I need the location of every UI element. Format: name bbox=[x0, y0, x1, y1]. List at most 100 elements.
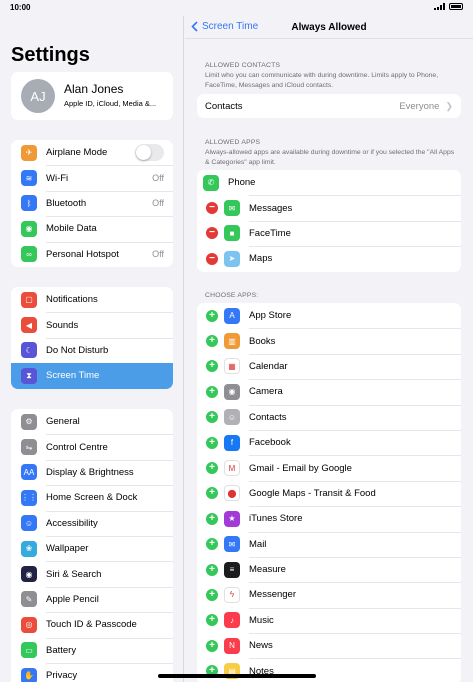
sidebar-item-display-brightness[interactable]: AA Display & Brightness bbox=[11, 459, 173, 485]
back-label: Screen Time bbox=[202, 21, 259, 32]
add-app-button[interactable]: + bbox=[206, 309, 218, 322]
sidebar-item-apple-pencil[interactable]: ✎ Apple Pencil bbox=[11, 586, 173, 612]
add-app-button[interactable]: + bbox=[206, 512, 218, 525]
calendar-icon: ▦ bbox=[224, 358, 240, 375]
app-row-itunes-store: + ★ iTunes Store bbox=[197, 506, 461, 531]
sidebar-item-accessibility[interactable]: ☺ Accessibility bbox=[11, 510, 173, 536]
sidebar-item-value: Off bbox=[152, 198, 164, 209]
back-button[interactable]: Screen Time bbox=[191, 21, 258, 32]
app-row-calendar: + ▦ Calendar bbox=[197, 353, 461, 379]
contacts-setting-row[interactable]: Contacts Everyone ❯ bbox=[197, 94, 461, 118]
sidebar-item-label: Sounds bbox=[46, 319, 79, 331]
add-app-button[interactable]: + bbox=[206, 411, 218, 424]
apple-id-profile[interactable]: AJ Alan Jones Apple ID, iCloud, Media &.… bbox=[11, 72, 173, 120]
remove-app-button[interactable]: − bbox=[206, 202, 218, 215]
sidebar-item-label: Personal Hotspot bbox=[46, 248, 119, 260]
app-label: FaceTime bbox=[249, 227, 291, 239]
avatar: AJ bbox=[21, 79, 55, 113]
choose-apps-group: + A App Store + ▥ Books + ▦ Calendar + ◉ Camera + ☺ Co… bbox=[197, 303, 461, 682]
sidebar-item-do-not-disturb[interactable]: ☾ Do Not Disturb bbox=[11, 337, 173, 363]
sidebar-item-wi-fi[interactable]: ≋ Wi-Fi Off bbox=[11, 165, 173, 190]
mail-icon: ✉ bbox=[224, 536, 240, 553]
sidebar-item-personal-hotspot[interactable]: ∞ Personal Hotspot Off bbox=[11, 241, 173, 267]
battery-status-icon bbox=[449, 3, 463, 10]
allowed-contacts-note: Limit who you can communicate with durin… bbox=[205, 72, 439, 89]
sidebar-item-label: Screen Time bbox=[46, 370, 100, 382]
google-maps-icon: ⬤ bbox=[224, 485, 240, 502]
add-app-button[interactable]: + bbox=[206, 639, 218, 652]
maps-icon: ➤ bbox=[224, 250, 240, 267]
contacts-group: Contacts Everyone ❯ bbox=[197, 94, 461, 118]
books-icon: ▥ bbox=[224, 333, 240, 350]
sidebar-item-bluetooth[interactable]: ᛒ Bluetooth Off bbox=[11, 190, 173, 216]
sidebar-item-general[interactable]: ⚙ General bbox=[11, 409, 173, 434]
speaker-icon: ◀ bbox=[21, 317, 37, 334]
sidebar-item-wallpaper[interactable]: ❀ Wallpaper bbox=[11, 535, 173, 561]
sidebar-item-touch-id-passcode[interactable]: ◎ Touch ID & Passcode bbox=[11, 612, 173, 637]
sidebar-item-value: Off bbox=[152, 173, 164, 184]
contacts-setting-value: Everyone bbox=[399, 100, 440, 112]
sidebar-item-siri-search[interactable]: ◉ Siri & Search bbox=[11, 561, 173, 586]
sidebar-item-label: Touch ID & Passcode bbox=[46, 619, 137, 631]
airplane-mode-toggle[interactable] bbox=[135, 144, 164, 162]
sidebar-item-notifications[interactable]: ▢ Notifications bbox=[11, 287, 173, 312]
signal-icon bbox=[434, 3, 445, 10]
sidebar-item-airplane-mode[interactable]: ✈ Airplane Mode bbox=[11, 140, 173, 165]
home-indicator bbox=[158, 674, 316, 678]
choose-apps-header: CHOOSE APPS: bbox=[205, 292, 259, 299]
sidebar-item-battery[interactable]: ▭ Battery bbox=[11, 637, 173, 663]
sidebar-item-label: Notifications bbox=[46, 294, 98, 306]
add-app-button[interactable]: + bbox=[206, 360, 218, 373]
contacts-icon: ☺ bbox=[224, 409, 240, 426]
app-label: Maps bbox=[249, 253, 273, 265]
app-row-mail: + ✉ Mail bbox=[197, 531, 461, 557]
app-label: Mail bbox=[249, 538, 267, 550]
gmail-icon: M bbox=[224, 460, 240, 477]
sidebar-item-control-centre[interactable]: ⇋ Control Centre bbox=[11, 434, 173, 459]
app-row-messenger: + ϟ Messenger bbox=[197, 582, 461, 607]
app-label: Messages bbox=[249, 202, 293, 214]
measure-icon: ≡ bbox=[224, 561, 240, 578]
add-app-button[interactable]: + bbox=[206, 588, 218, 601]
wifi-icon: ≋ bbox=[21, 170, 37, 187]
add-app-button[interactable]: + bbox=[206, 487, 218, 500]
bluetooth-icon: ᛒ bbox=[21, 195, 37, 212]
add-app-button[interactable]: + bbox=[206, 385, 218, 398]
text-size-icon: AA bbox=[21, 464, 37, 481]
messages-icon: ✉ bbox=[224, 200, 240, 217]
add-app-button[interactable]: + bbox=[206, 563, 218, 576]
app-row-notes: + ▤ Notes bbox=[197, 658, 461, 682]
sidebar-item-home-screen-dock[interactable]: ⋮⋮ Home Screen & Dock bbox=[11, 485, 173, 510]
sidebar-item-label: General bbox=[46, 416, 80, 428]
sidebar-item-label: Privacy bbox=[46, 670, 78, 682]
app-row-phone: ✆ Phone bbox=[197, 170, 461, 195]
sidebar-item-sounds[interactable]: ◀ Sounds bbox=[11, 312, 173, 337]
app-row-facetime: − ■ FaceTime bbox=[197, 220, 461, 246]
pencil-icon: ✎ bbox=[21, 591, 37, 608]
sidebar-item-screen-time[interactable]: ⧗ Screen Time bbox=[11, 363, 173, 389]
remove-app-button[interactable]: − bbox=[206, 252, 218, 265]
notifications-group: ▢ Notifications ◀ Sounds ☾ Do Not Disturb ⧗ Scr… bbox=[11, 287, 173, 389]
sidebar-item-mobile-data[interactable]: ◉ Mobile Data bbox=[11, 216, 173, 241]
app-row-messages: − ✉ Messages bbox=[197, 195, 461, 220]
allowed-apps-group: ✆ Phone − ✉ Messages − ■ FaceTime − ➤ Maps bbox=[197, 170, 461, 272]
allowed-apps-header: ALLOWED APPS bbox=[205, 139, 261, 146]
sidebar-item-label: Display & Brightness bbox=[46, 466, 134, 478]
add-app-button[interactable]: + bbox=[206, 335, 218, 348]
sidebar-item-label: Bluetooth bbox=[46, 197, 87, 209]
siri-icon: ◉ bbox=[21, 566, 37, 583]
add-app-button[interactable]: + bbox=[206, 614, 218, 627]
remove-app-button[interactable]: − bbox=[206, 227, 218, 240]
add-app-button[interactable]: + bbox=[206, 462, 218, 475]
flower-icon: ❀ bbox=[21, 540, 37, 557]
allowed-apps-note: Always-allowed apps are available during… bbox=[205, 149, 455, 166]
facebook-icon: f bbox=[224, 434, 240, 451]
app-label: Camera bbox=[249, 386, 283, 398]
add-app-button[interactable]: + bbox=[206, 538, 218, 551]
profile-name: Alan Jones bbox=[64, 82, 124, 96]
connectivity-group: ✈ Airplane Mode ≋ Wi-Fi Off ᛒ Bluetooth Off ◉ Mob… bbox=[11, 140, 173, 267]
status-bar: 10:00 bbox=[0, 0, 473, 16]
add-app-button[interactable]: + bbox=[206, 436, 218, 449]
app-row-google-maps-transit-food: + ⬤ Google Maps - Transit & Food bbox=[197, 480, 461, 506]
sidebar-item-privacy[interactable]: ✋ Privacy bbox=[11, 662, 173, 682]
